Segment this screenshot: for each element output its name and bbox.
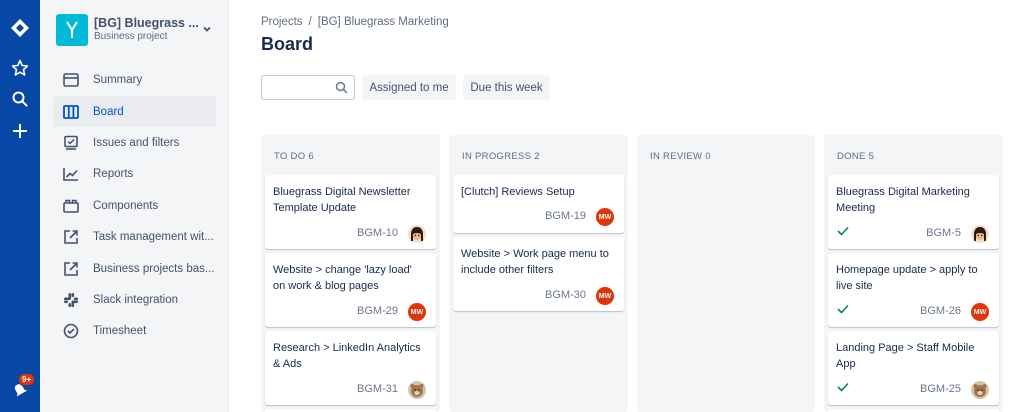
page-title: Board	[261, 34, 314, 54]
issue-card[interactable]: Research > LinkedIn Analytics & Ads BGM-…	[265, 331, 436, 405]
issue-key: BGM-30	[545, 289, 586, 301]
sidebar-item-task-management[interactable]: Task management wit...	[53, 221, 216, 252]
assignee-avatar[interactable]: MW	[596, 287, 614, 305]
card-title: Bluegrass Digital Marketing Meeting	[836, 186, 970, 214]
starred-icon[interactable]	[0, 54, 40, 82]
sidebar-item-label: Summary	[93, 73, 143, 86]
components-icon	[60, 195, 82, 217]
reports-icon	[60, 163, 82, 185]
sidebar-item-business-projects[interactable]: Business projects bas...	[53, 253, 216, 284]
due-this-week-filter-button[interactable]: Due this week	[463, 75, 550, 100]
sidebar-item-board[interactable]: Board	[53, 96, 216, 127]
issue-card[interactable]: [Clutch] Reviews Setup BGM-19 MW	[453, 175, 624, 233]
sidebar-item-slack-integration[interactable]: Slack integration	[53, 284, 216, 315]
assignee-avatar[interactable]: MW	[971, 303, 989, 321]
assignee-avatar[interactable]	[971, 225, 989, 243]
done-check-icon	[837, 304, 849, 314]
issue-card[interactable]: Landing Page > Staff Mobile App BGM-25	[828, 331, 999, 405]
card-title: Research > LinkedIn Analytics & Ads	[273, 342, 421, 370]
issue-card[interactable]: Bluegrass Digital Newsletter Template Up…	[265, 175, 436, 249]
breadcrumb-projects-link[interactable]: Projects	[261, 16, 303, 28]
done-check-icon	[837, 382, 849, 392]
project-avatar	[56, 14, 88, 46]
issue-key: BGM-31	[357, 383, 398, 395]
card-title: Website > change 'lazy load' on work & b…	[273, 264, 412, 292]
timesheet-icon	[60, 320, 82, 342]
search-icon	[335, 81, 348, 94]
sidebar-item-label: Task management wit...	[93, 230, 214, 243]
assigned-to-me-filter-button[interactable]: Assigned to me	[362, 75, 456, 100]
done-check-icon	[837, 226, 849, 236]
board-search-input[interactable]	[261, 75, 355, 100]
column-header: DONE 5	[837, 151, 875, 162]
issues-icon	[60, 132, 82, 154]
card-title: Website > Work page menu to include othe…	[461, 248, 609, 276]
board-column-in-progress: IN PROGRESS 2 [Clutch] Reviews Setup BGM…	[449, 135, 628, 412]
issue-key: BGM-5	[926, 227, 961, 239]
issue-key: BGM-29	[357, 305, 398, 317]
sidebar-item-issues-and-filters[interactable]: Issues and filters	[53, 127, 216, 158]
board-icon	[60, 101, 82, 123]
assignee-avatar[interactable]	[408, 381, 426, 399]
board-column-todo: TO DO 6 Bluegrass Digital Newsletter Tem…	[261, 135, 440, 412]
sidebar-item-label: Slack integration	[93, 293, 179, 306]
column-header: IN PROGRESS 2	[462, 151, 540, 162]
search-icon[interactable]	[0, 85, 40, 113]
breadcrumb-separator: /	[308, 16, 312, 28]
assignee-avatar[interactable]: MW	[596, 208, 614, 226]
sidebar-item-reports[interactable]: Reports	[53, 158, 216, 189]
create-icon[interactable]	[0, 117, 40, 145]
project-name: [BG] Bluegrass ...	[94, 16, 199, 30]
issue-key: BGM-25	[920, 383, 961, 395]
board-column-done: DONE 5 Bluegrass Digital Marketing Meeti…	[824, 135, 1003, 412]
assignee-avatar[interactable]	[971, 381, 989, 399]
issue-key: BGM-19	[545, 210, 586, 222]
sidebar-item-label: Components	[93, 199, 159, 212]
card-title: Landing Page > Staff Mobile App	[836, 342, 975, 370]
issue-card[interactable]: Bluegrass Digital Marketing Meeting BGM-…	[828, 175, 999, 249]
issue-key: BGM-10	[357, 227, 398, 239]
chevron-down-icon[interactable]	[200, 22, 214, 36]
breadcrumb: Projects / [BG] Bluegrass Marketing	[261, 16, 449, 28]
notifications-badge: 9+	[18, 373, 36, 386]
sidebar-item-timesheet[interactable]: Timesheet	[53, 315, 216, 346]
sidebar-item-components[interactable]: Components	[53, 190, 216, 221]
external-link-icon	[60, 226, 82, 248]
project-type: Business project	[94, 31, 168, 42]
card-title: Bluegrass Digital Newsletter Template Up…	[273, 186, 411, 214]
sidebar-item-label: Reports	[93, 167, 134, 180]
column-header: IN REVIEW 0	[650, 151, 711, 162]
project-switcher[interactable]: [BG] Bluegrass ... Business project	[56, 14, 221, 48]
slack-icon	[60, 289, 82, 311]
column-header: TO DO 6	[274, 151, 314, 162]
breadcrumb-project-link[interactable]: [BG] Bluegrass Marketing	[318, 16, 449, 28]
external-link-icon	[60, 258, 82, 280]
sidebar-item-summary[interactable]: Summary	[53, 64, 216, 95]
project-sidebar: [BG] Bluegrass ... Business project Summ…	[40, 0, 229, 412]
card-title: Homepage update > apply to live site	[836, 264, 978, 292]
issue-card[interactable]: Website > Work page menu to include othe…	[453, 237, 624, 311]
summary-icon	[60, 69, 82, 91]
assignee-avatar[interactable]: MW	[408, 303, 426, 321]
sidebar-item-label: Board	[93, 105, 124, 118]
sidebar-item-label: Timesheet	[93, 324, 147, 337]
card-title: [Clutch] Reviews Setup	[461, 186, 575, 198]
global-nav: 9+	[0, 0, 40, 412]
assignee-avatar[interactable]	[408, 225, 426, 243]
issue-card[interactable]: Website > change 'lazy load' on work & b…	[265, 253, 436, 327]
sidebar-item-label: Issues and filters	[93, 136, 180, 149]
sidebar-item-label: Business projects bas...	[93, 262, 215, 275]
board-column-in-review: IN REVIEW 0	[637, 135, 815, 412]
jira-logo-icon[interactable]	[0, 14, 40, 42]
issue-key: BGM-26	[920, 305, 961, 317]
issue-card[interactable]: Homepage update > apply to live site BGM…	[828, 253, 999, 327]
